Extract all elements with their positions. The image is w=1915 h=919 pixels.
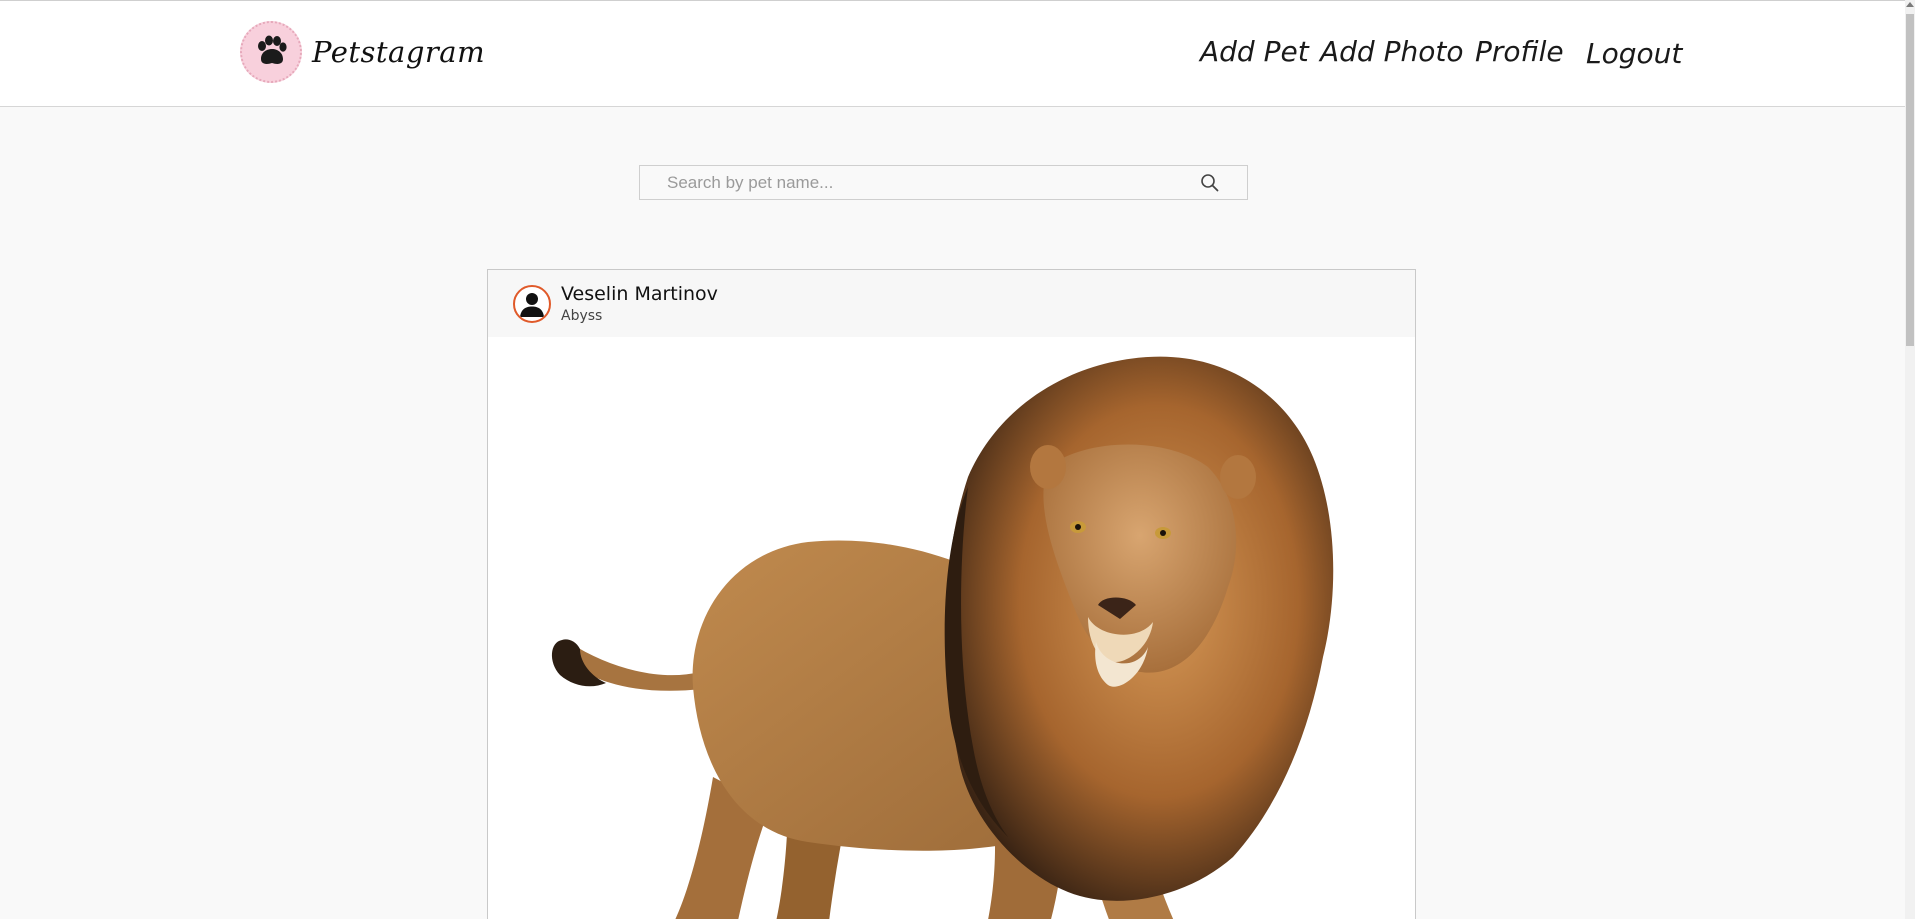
search-input[interactable]: [640, 166, 1247, 199]
pet-photo-card: Veselin Martinov Abyss: [487, 269, 1416, 919]
owner-name[interactable]: Veselin Martinov: [561, 283, 718, 305]
card-header: Veselin Martinov Abyss: [488, 270, 1415, 337]
nav-add-pet[interactable]: Add Pet: [1200, 35, 1309, 68]
main-nav: Add Pet Add Photo Profile Logout: [0, 35, 1905, 75]
nav-logout[interactable]: Logout: [1586, 37, 1682, 70]
search-icon[interactable]: [1199, 172, 1221, 194]
scroll-up-icon[interactable]: [1906, 2, 1914, 7]
search-bar: [639, 165, 1248, 200]
pet-photo[interactable]: [488, 337, 1415, 919]
nav-add-photo[interactable]: Add Photo: [1320, 35, 1463, 68]
page-scrollbar[interactable]: [1905, 0, 1915, 919]
pet-name[interactable]: Abyss: [561, 308, 602, 324]
user-silhouette-icon[interactable]: [513, 285, 551, 323]
scrollbar-thumb[interactable]: [1906, 14, 1914, 346]
nav-profile[interactable]: Profile: [1475, 35, 1564, 68]
site-header: Petstagram Add Pet Add Photo Profile Log…: [0, 1, 1905, 107]
